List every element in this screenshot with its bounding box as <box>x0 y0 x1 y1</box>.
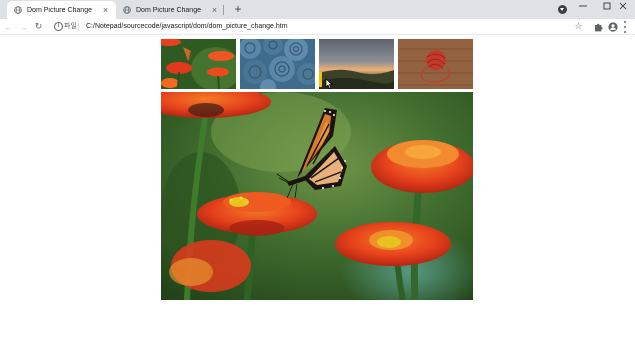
tab-separator <box>223 5 224 15</box>
globe-icon <box>14 6 22 14</box>
close-icon <box>619 2 627 10</box>
tab-dom-picture-change[interactable]: Dom Picture Change × <box>116 1 225 19</box>
mouse-cursor-icon <box>325 78 333 89</box>
reload-button[interactable]: ↻ <box>33 21 44 32</box>
tab-dom-picture-change-active[interactable]: Dom Picture Change × <box>7 1 116 19</box>
butterfly-flowers-thumbnail[interactable] <box>161 39 236 89</box>
browser-menu-icon[interactable] <box>623 21 627 33</box>
url-text[interactable]: C:/Notepad/sourcecode/javascript/dom/dom… <box>86 21 288 32</box>
minimize-button[interactable] <box>571 0 595 12</box>
tab-title: Dom Picture Change <box>136 6 201 14</box>
main-picture <box>161 92 473 300</box>
browser-toolbar: ← → ↻ i 파일 C:/Notepad/sourcecode/javascr… <box>0 19 635 35</box>
globe-icon <box>123 6 131 14</box>
profile-avatar-icon[interactable] <box>608 22 618 32</box>
address-bar[interactable]: i 파일 C:/Notepad/sourcecode/javascript/do… <box>49 20 592 33</box>
tab-title: Dom Picture Change <box>27 6 92 14</box>
tab-search-icon[interactable] <box>558 5 567 14</box>
address-separator <box>78 23 79 31</box>
close-tab-icon[interactable]: × <box>101 5 110 15</box>
extensions-puzzle-icon[interactable] <box>594 22 604 32</box>
tab-strip: Dom Picture Change × Dom Picture Change … <box>0 0 635 19</box>
blue-roses-thumbnail[interactable] <box>240 39 315 89</box>
back-button[interactable]: ← <box>3 21 14 32</box>
info-icon[interactable]: i <box>54 22 63 31</box>
close-window-button[interactable] <box>611 0 635 12</box>
maximize-icon <box>603 2 611 10</box>
red-yarn-thumbnail[interactable] <box>398 39 473 89</box>
file-protocol-label: 파일 <box>64 23 77 30</box>
new-tab-button[interactable]: + <box>231 2 245 16</box>
forward-button[interactable]: → <box>18 21 29 32</box>
minimize-icon <box>579 5 587 7</box>
bookmark-star-icon[interactable]: ☆ <box>573 19 584 34</box>
close-tab-icon[interactable]: × <box>210 5 219 15</box>
